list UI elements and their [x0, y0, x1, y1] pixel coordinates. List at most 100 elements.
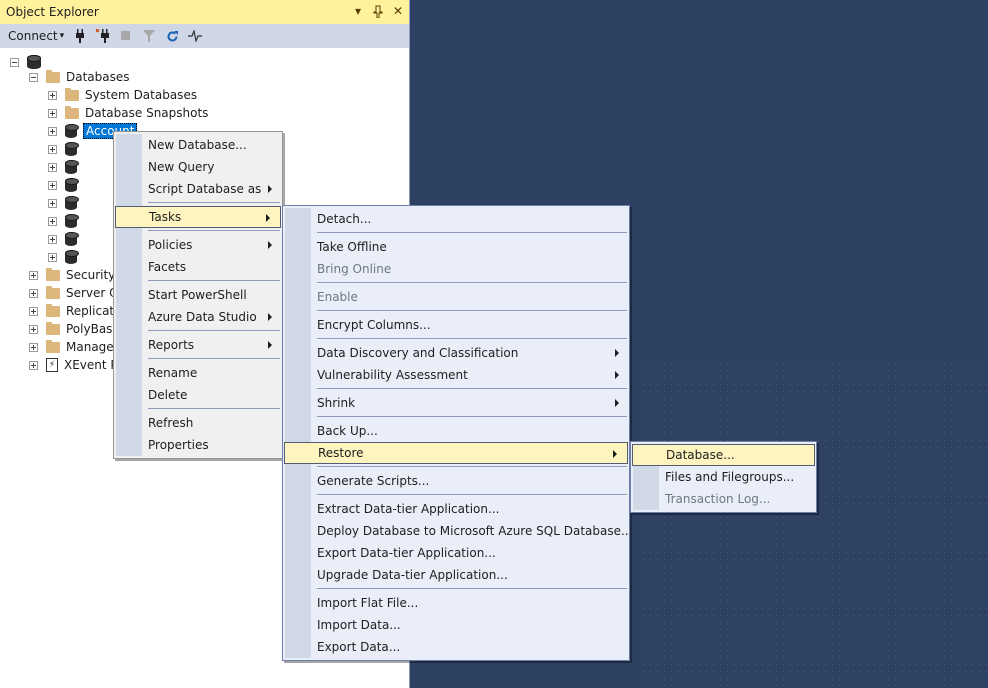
menu-item-label: Reports	[148, 338, 195, 352]
expand-icon[interactable]	[29, 306, 38, 316]
activity-monitor-icon[interactable]	[188, 29, 203, 43]
menu-item-label: Transaction Log...	[665, 492, 771, 506]
menu-item-generate-scripts[interactable]: Generate Scripts...	[283, 470, 629, 492]
menu-item-delete[interactable]: Delete	[114, 384, 282, 406]
expand-icon[interactable]	[29, 288, 38, 298]
tree-node-database[interactable]	[48, 248, 83, 266]
restore-submenu: Database... Files and Filegroups... Transa…	[630, 441, 817, 513]
tree-node-database[interactable]	[48, 158, 83, 176]
menu-item-export-data[interactable]: Export Data...	[283, 636, 629, 658]
tree-node[interactable]: Replicati	[29, 302, 117, 320]
menu-item-label: Encrypt Columns...	[317, 318, 431, 332]
menu-item-detach[interactable]: Detach...	[283, 208, 629, 230]
tree-node-database[interactable]	[48, 194, 83, 212]
expand-icon[interactable]	[29, 360, 38, 370]
close-icon[interactable]: ✕	[391, 3, 405, 19]
expand-icon[interactable]	[48, 198, 57, 208]
menu-item-label: Extract Data-tier Application...	[317, 502, 500, 516]
menu-item-label: Delete	[148, 388, 188, 402]
tree-node-databases[interactable]: Databases	[29, 68, 130, 86]
menu-item-deploy-database-to-microsoft-azure-sql-database[interactable]: Deploy Database to Microsoft Azure SQL D…	[283, 520, 632, 542]
tree-node-database[interactable]	[48, 212, 83, 230]
tree-node[interactable]: Managem	[29, 338, 125, 356]
submenu-arrow-icon	[615, 399, 619, 407]
menu-item-azure-data-studio[interactable]: Azure Data Studio	[114, 306, 282, 328]
menu-item-files-and-filegroups[interactable]: Files and Filegroups...	[631, 466, 816, 488]
expand-icon[interactable]	[48, 216, 57, 226]
refresh-icon[interactable]	[165, 29, 179, 43]
menu-item-database[interactable]: Database...	[632, 444, 815, 466]
menu-item-export-data-tier-application[interactable]: Export Data-tier Application...	[283, 542, 629, 564]
disconnect-plug-icon[interactable]	[96, 29, 110, 43]
menu-item-policies[interactable]: Policies	[114, 234, 282, 256]
menu-item-start-powershell[interactable]: Start PowerShell	[114, 284, 282, 306]
tree-node-database[interactable]	[48, 176, 83, 194]
expand-icon[interactable]	[48, 126, 57, 136]
submenu-arrow-icon	[268, 313, 272, 321]
tree-node[interactable]: PolyBase	[29, 320, 120, 338]
expand-icon[interactable]	[29, 270, 38, 280]
menu-item-label: Script Database as	[148, 182, 262, 196]
menu-item-back-up[interactable]: Back Up...	[283, 420, 629, 442]
tree-node-database[interactable]	[48, 140, 83, 158]
tree-node[interactable]: Security	[29, 266, 115, 284]
menu-item-label: New Query	[148, 160, 215, 174]
menu-item-shrink[interactable]: Shrink	[283, 392, 629, 414]
menu-item-data-discovery-and-classification[interactable]: Data Discovery and Classification	[283, 342, 629, 364]
stop-icon[interactable]	[119, 29, 133, 43]
pin-icon[interactable]	[371, 3, 385, 19]
menu-item-label: Rename	[148, 366, 198, 380]
menu-item-enable[interactable]: Enable	[283, 286, 629, 308]
menu-item-extract-data-tier-application[interactable]: Extract Data-tier Application...	[283, 498, 629, 520]
expand-icon[interactable]	[48, 90, 57, 100]
expand-icon[interactable]	[48, 162, 57, 172]
menu-item-restore[interactable]: Restore	[284, 442, 628, 464]
submenu-arrow-icon	[613, 450, 617, 458]
tree-node-system-databases[interactable]: System Databases	[48, 86, 197, 104]
submenu-arrow-icon	[268, 241, 272, 249]
xevent-icon: ⚡	[46, 358, 58, 372]
menu-item-import-flat-file[interactable]: Import Flat File...	[283, 592, 629, 614]
dropdown-icon[interactable]: ▾	[351, 3, 365, 19]
menu-item-facets[interactable]: Facets	[114, 256, 282, 278]
menu-item-label: Upgrade Data-tier Application...	[317, 568, 508, 582]
expand-icon[interactable]	[48, 252, 57, 262]
menu-item-upgrade-data-tier-application[interactable]: Upgrade Data-tier Application...	[283, 564, 629, 586]
menu-item-encrypt-columns[interactable]: Encrypt Columns...	[283, 314, 629, 336]
expand-icon[interactable]	[48, 144, 57, 154]
menu-item-label: Facets	[148, 260, 187, 274]
menu-item-bring-online[interactable]: Bring Online	[283, 258, 629, 280]
menu-item-transaction-log[interactable]: Transaction Log...	[631, 488, 816, 510]
collapse-icon[interactable]	[10, 57, 19, 67]
expand-icon[interactable]	[48, 108, 57, 118]
connect-label: Connect	[8, 29, 58, 43]
tree-node-database[interactable]	[48, 230, 83, 248]
menu-item-label: Export Data-tier Application...	[317, 546, 496, 560]
menu-item-label: Azure Data Studio	[148, 310, 257, 324]
tree-node[interactable]: Server Ob	[29, 284, 126, 302]
connect-button[interactable]: Connect ▾	[8, 29, 64, 43]
menu-item-properties[interactable]: Properties	[114, 434, 282, 456]
menu-item-new-query[interactable]: New Query	[114, 156, 282, 178]
tree-node-database-snapshots[interactable]: Database Snapshots	[48, 104, 208, 122]
menu-item-new-database[interactable]: New Database...	[114, 134, 282, 156]
collapse-icon[interactable]	[29, 72, 38, 82]
menu-item-reports[interactable]: Reports	[114, 334, 282, 356]
menu-item-script-database-as[interactable]: Script Database as	[114, 178, 282, 200]
menu-item-rename[interactable]: Rename	[114, 362, 282, 384]
menu-item-vulnerability-assessment[interactable]: Vulnerability Assessment	[283, 364, 629, 386]
folder-icon	[65, 105, 79, 119]
filter-icon[interactable]	[142, 29, 156, 43]
menu-item-label: Enable	[317, 290, 358, 304]
tree-label: PolyBase	[66, 322, 120, 336]
expand-icon[interactable]	[48, 234, 57, 244]
tree-node[interactable]: ⚡ XEvent P	[29, 356, 118, 374]
connect-plug-icon[interactable]	[73, 29, 87, 43]
menu-item-import-data[interactable]: Import Data...	[283, 614, 629, 636]
expand-icon[interactable]	[29, 324, 38, 334]
menu-item-refresh[interactable]: Refresh	[114, 412, 282, 434]
expand-icon[interactable]	[48, 180, 57, 190]
expand-icon[interactable]	[29, 342, 38, 352]
menu-item-tasks[interactable]: Tasks	[115, 206, 281, 228]
menu-item-take-offline[interactable]: Take Offline	[283, 236, 629, 258]
